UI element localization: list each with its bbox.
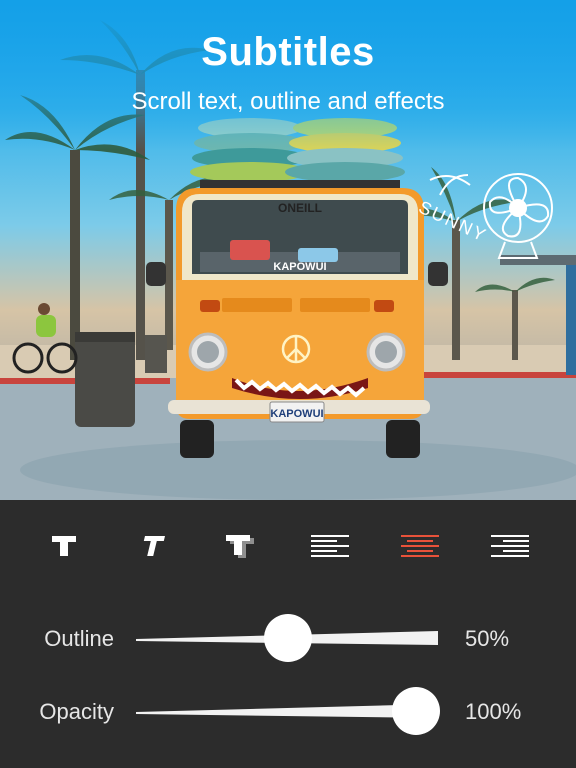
align-left-button[interactable] [300, 524, 360, 568]
opacity-label: Opacity [39, 699, 114, 724]
outline-slider-thumb[interactable] [264, 614, 312, 662]
opacity-slider-thumb[interactable] [392, 687, 440, 735]
text-style-shadow-button[interactable] [210, 524, 270, 568]
italic-t-icon [143, 536, 165, 556]
shadow-t-icon [226, 535, 254, 558]
align-center-icon [401, 535, 439, 557]
license-plate-text: KAPOWUI [270, 408, 323, 420]
opacity-slider[interactable] [136, 681, 440, 741]
controls-panel: Outline 50% Opacity 100% [0, 500, 576, 768]
opacity-slider-row: Opacity 100% [0, 681, 576, 741]
bold-t-icon [52, 536, 76, 556]
page-title: Subtitles [201, 30, 375, 74]
opacity-value: 100% [465, 699, 522, 724]
align-center-button[interactable] [390, 524, 450, 568]
preview-area: ONEILL KAPOWUI KAPOWUI SUNNY Subtitles S… [0, 0, 576, 500]
outline-slider[interactable] [136, 608, 440, 668]
outline-value: 50% [465, 626, 510, 651]
page-subtitle: Scroll text, outline and effects [131, 88, 445, 115]
van-brand-text: ONEILL [278, 201, 322, 215]
align-right-button[interactable] [480, 524, 540, 568]
align-left-icon [311, 535, 349, 557]
align-right-icon [491, 535, 529, 557]
outline-label: Outline [44, 626, 114, 651]
text-toolbar [0, 524, 576, 568]
windshield-text: KAPOWUI [273, 261, 326, 273]
text-style-italic-button[interactable] [122, 524, 182, 568]
outline-slider-row: Outline 50% [0, 608, 576, 668]
sky-fade [0, 0, 576, 150]
text-style-bold-button[interactable] [34, 524, 94, 568]
